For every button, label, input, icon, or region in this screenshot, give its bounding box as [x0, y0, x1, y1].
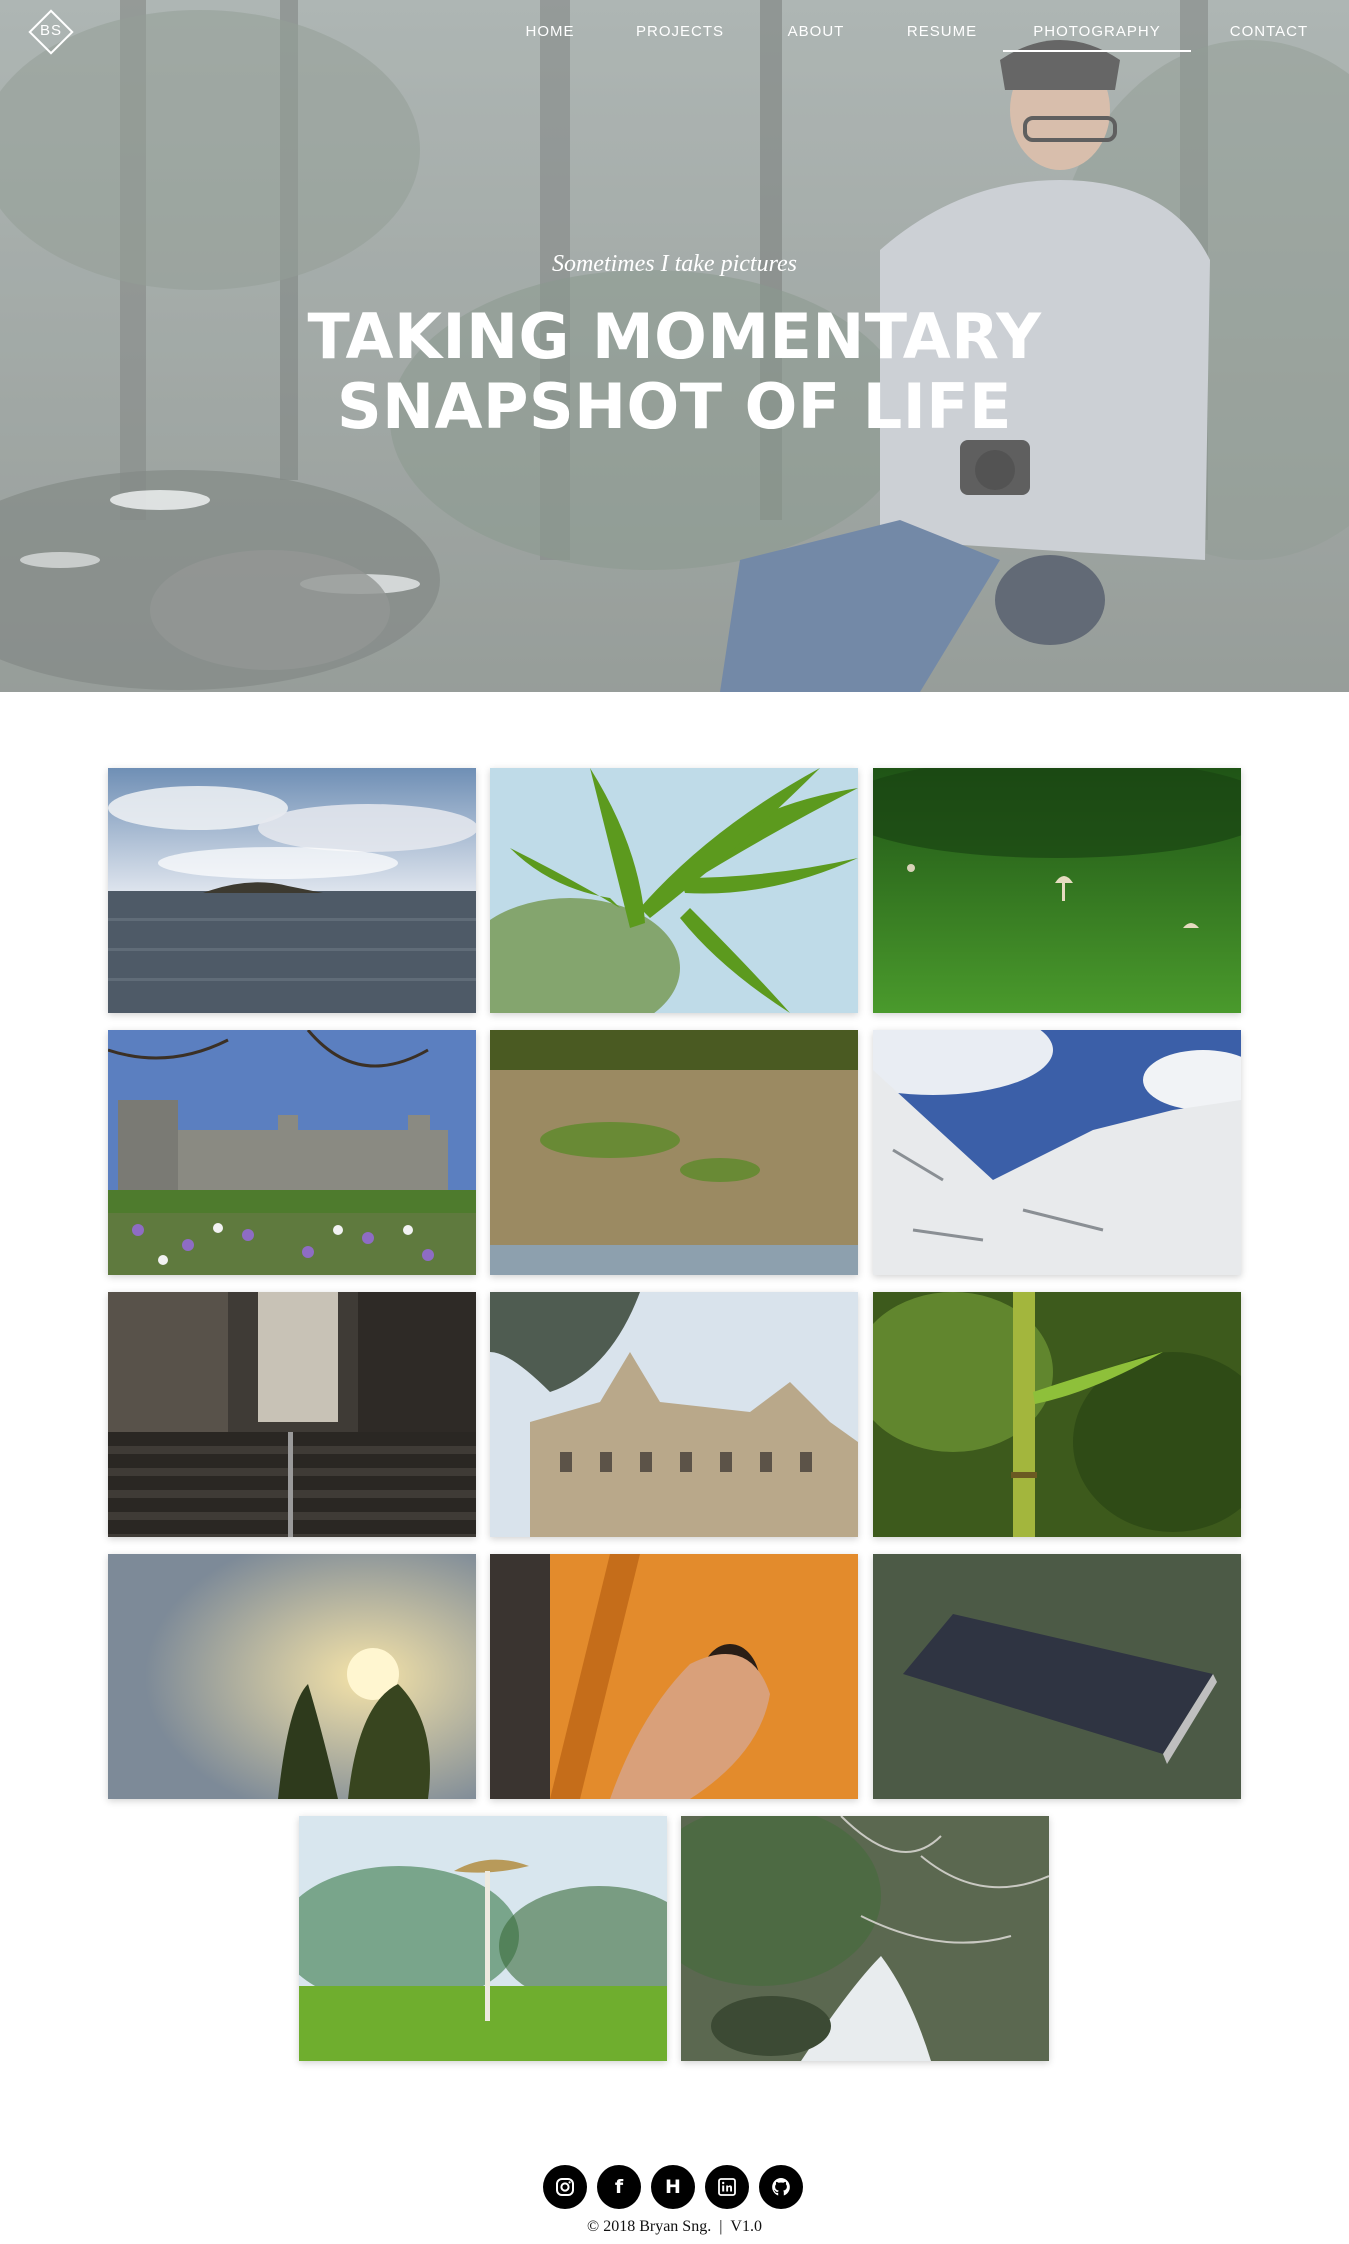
- photo-castle-crocus[interactable]: [108, 1030, 476, 1275]
- photo-stone-stairs[interactable]: [108, 1292, 476, 1537]
- photo-forest-stream[interactable]: [681, 1816, 1049, 2061]
- photo-bamboo-leaves[interactable]: [490, 768, 858, 1013]
- instagram-icon[interactable]: [543, 2165, 587, 2209]
- linkedin-icon[interactable]: [705, 2165, 749, 2209]
- github-icon[interactable]: [759, 2165, 803, 2209]
- hero-tagline: Sometimes I take pictures: [551, 251, 798, 277]
- nav-item-about[interactable]: ABOUT: [768, 14, 864, 52]
- photo-sunset-trees[interactable]: [108, 1554, 476, 1799]
- nav-item-contact[interactable]: CONTACT: [1214, 14, 1324, 52]
- footer-text: © 2018 Bryan Sng. | V1.0: [0, 2218, 1349, 2236]
- nav-item-resume[interactable]: RESUME: [892, 14, 992, 52]
- site-logo[interactable]: BS: [27, 8, 75, 56]
- nav-item-photography[interactable]: PHOTOGRAPHY: [1003, 14, 1191, 52]
- photo-gothic-building[interactable]: [490, 1292, 858, 1537]
- photo-sea-island[interactable]: [108, 768, 476, 1013]
- photo-grass-mushrooms[interactable]: [873, 768, 1241, 1013]
- hero-headline-line-1: TAKING MOMENTARY: [307, 300, 1042, 373]
- photo-single-mushroom[interactable]: [299, 1816, 667, 2061]
- nav-item-home[interactable]: HOME: [502, 14, 598, 52]
- hero-headline-line-2: SNAPSHOT OF LIFE: [336, 370, 1012, 443]
- photo-snowy-mountains[interactable]: [873, 1030, 1241, 1275]
- photo-ground-closeup[interactable]: [490, 1030, 858, 1275]
- photo-bamboo-stalk[interactable]: [873, 1292, 1241, 1537]
- photo-hand-orange-wall[interactable]: [490, 1554, 858, 1799]
- footer-separator: |: [719, 2218, 723, 2235]
- photo-smartphone[interactable]: [873, 1554, 1241, 1799]
- hashnode-icon[interactable]: H: [651, 2165, 695, 2209]
- facebook-icon[interactable]: f: [597, 2165, 641, 2209]
- copyright-text: © 2018 Bryan Sng.: [587, 2218, 712, 2235]
- hero-banner: BS HOME PROJECTS ABOUT RESUME PHOTOGRAPH…: [0, 0, 1349, 692]
- hero-headline: TAKING MOMENTARY SNAPSHOT OF LIFE: [0, 302, 1349, 442]
- nav-item-projects[interactable]: PROJECTS: [623, 14, 737, 52]
- photo-gallery: [0, 692, 1349, 2092]
- version-text: V1.0: [730, 2218, 762, 2235]
- logo-text: BS: [39, 22, 62, 39]
